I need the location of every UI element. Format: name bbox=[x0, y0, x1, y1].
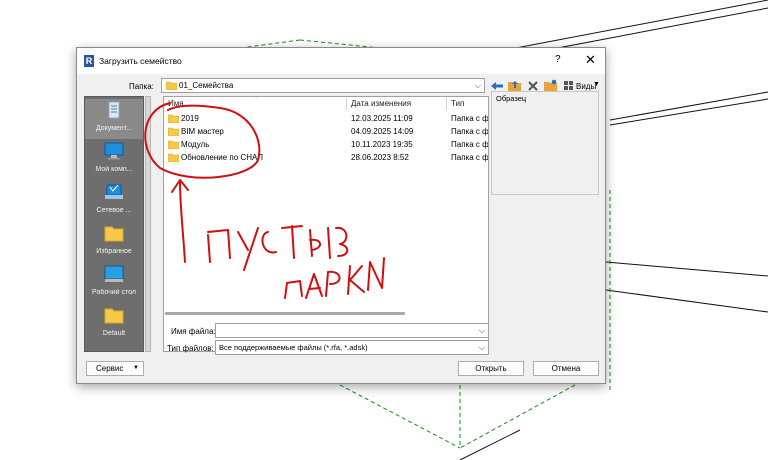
arrow-annotation bbox=[179, 181, 186, 263]
circle-annotation bbox=[144, 102, 261, 179]
handwritten-annotation bbox=[144, 102, 385, 299]
